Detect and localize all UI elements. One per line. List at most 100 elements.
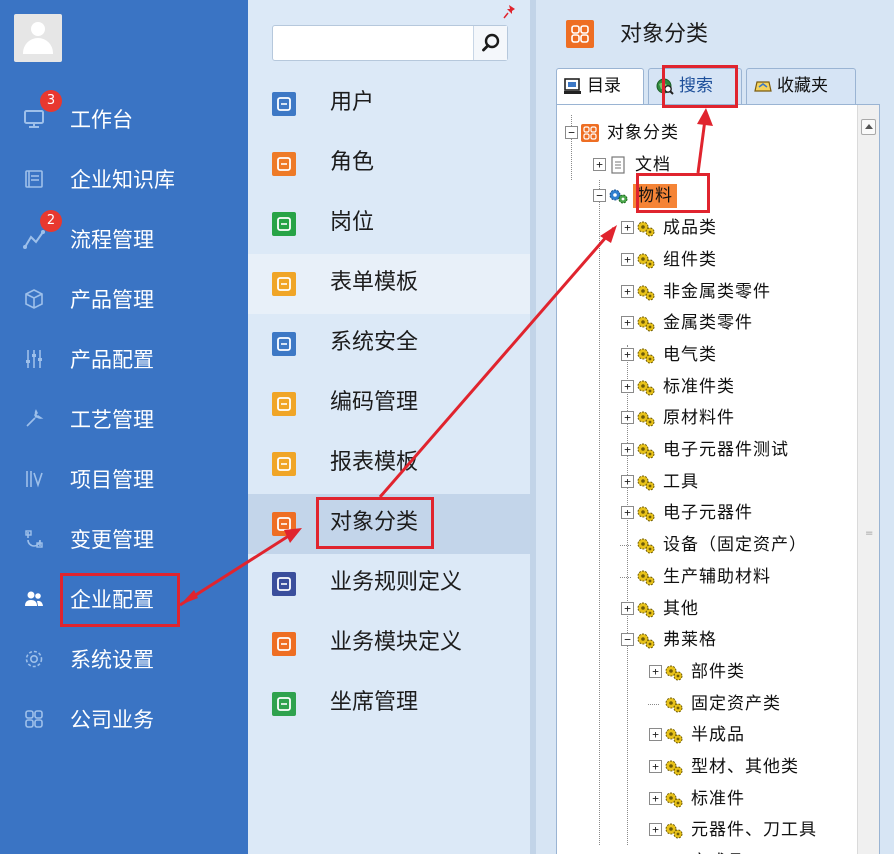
category-tree: − 对象分类 + 文档 − 物料 + 成品类 + 组件类 + 非金属类零件 + 金属类零件 + 电气类 + 标准件… [556,104,880,854]
sidebar-item[interactable]: 产品配置 [0,330,248,390]
sidebar-item[interactable]: 公司业务 [0,690,248,750]
tree-branch-line [620,545,631,547]
sidebar-item-label: 流程管理 [70,228,154,252]
change-icon [22,527,46,551]
gears-icon [635,345,657,365]
sidebar-item-label: 项目管理 [70,468,154,492]
tree-collapse-icon[interactable]: − [565,126,578,139]
tree-scrollbar[interactable]: = [857,105,879,854]
gears-icon [663,757,685,777]
document-icon [607,155,629,175]
tree-node-label: 对象分类 [607,123,679,143]
post-icon [272,212,296,236]
gears-icon [635,503,657,523]
menu-item-label: 编码管理 [330,390,419,415]
menu-item-label: 坐席管理 [330,690,419,715]
annotation-box-search-tab [662,65,738,108]
tree-expand-icon[interactable]: + [621,379,634,393]
search-icon [482,33,500,52]
search-button[interactable] [473,26,507,60]
tree-node-label: 标准件类 [663,376,735,397]
menu-search-field [272,25,508,61]
menu-item[interactable]: 坐席管理 [248,674,530,734]
tab-favorites[interactable]: 收藏夹 [746,68,856,104]
sidebar-item[interactable]: 企业知识库 [0,150,248,210]
classify-icon [579,123,601,143]
tree-expand-icon[interactable]: + [649,791,662,805]
tree-node-label: 组件类 [663,249,717,270]
tree-collapse-icon[interactable]: − [621,633,634,647]
tree-expand-icon[interactable]: + [621,316,634,330]
menu-item-label: 岗位 [330,210,375,235]
menu-search-input[interactable] [277,29,469,57]
panel-header: 对象分类 [536,0,894,66]
tree-expand-icon[interactable]: + [593,157,606,171]
menu-item[interactable]: 编码管理 [248,374,530,434]
scroll-up-button[interactable] [861,119,876,135]
tree-expand-icon[interactable]: + [649,760,662,773]
menu-item[interactable]: 系统安全 [248,314,530,374]
cube-icon [22,287,46,311]
tree-node-label: 非金属类零件 [663,281,771,302]
menu-item[interactable]: 岗位 [248,194,530,254]
avatar[interactable] [14,14,62,62]
annotation-box-object-classify [316,497,434,549]
gears-icon [635,313,657,333]
menu-item[interactable]: 角色 [248,134,530,194]
sidebar-item-label: 系统设置 [70,648,154,672]
sidebar-item-label: 产品配置 [70,348,154,372]
menu-item[interactable]: 业务规则定义 [248,554,530,614]
sidebar-item[interactable]: 产品管理 [0,270,248,330]
tab-catalog-label: 目录 [587,76,621,96]
sidebar-item[interactable]: 工艺管理 [0,390,248,450]
tree-node-label: 电子元器件测试 [663,440,789,460]
tree-expand-icon[interactable]: + [621,252,634,266]
tree-expand-icon[interactable]: + [621,474,634,488]
gears-icon [635,377,657,397]
sidebar-item[interactable]: 系统设置 [0,630,248,690]
menu-item[interactable]: 报表模板 [248,434,530,494]
annotation-box-material [636,173,710,213]
tree-expand-icon[interactable]: + [621,601,634,615]
gears-icon [635,440,657,460]
pin-icon[interactable] [503,4,517,20]
tree-expand-icon[interactable]: + [621,221,634,235]
sidebar-item[interactable]: 变更管理 [0,510,248,570]
main-sidebar: 工作台 3 企业知识库 流程管理 2 产品管理 产品配置 工艺管理 项目管理 变更管理 企业配置 系统… [0,0,248,854]
tree-expand-icon[interactable]: + [649,664,662,678]
tree-expand-icon[interactable]: + [649,728,662,742]
tree-expand-icon[interactable]: + [621,443,634,456]
tree-expand-icon[interactable]: + [621,506,634,520]
sidebar-item[interactable]: 项目管理 [0,450,248,510]
tree-expand-icon[interactable]: + [621,411,634,425]
gears-icon [635,250,657,270]
sidebar-item-label: 工艺管理 [70,408,154,432]
classify-icon [272,512,296,536]
gears-icon [635,472,657,492]
tree-expand-icon[interactable]: + [621,347,634,361]
tree-node-label: 部件类 [691,661,745,682]
menu-item[interactable]: 业务模块定义 [248,614,530,674]
avatar-body [23,38,53,54]
menu-item-label: 角色 [330,150,375,175]
menu-item[interactable]: 用户 [248,74,530,134]
menu-item-label: 业务规则定义 [330,570,463,595]
sidebar-item-label: 产品管理 [70,288,154,312]
chart-icon [22,467,46,491]
gear-icon [22,647,46,671]
report-icon [272,452,296,476]
gears-icon [635,567,657,587]
tree-expand-icon[interactable]: + [649,823,662,837]
tab-catalog[interactable]: 目录 [556,68,644,106]
tree-collapse-icon[interactable]: − [593,189,606,203]
menu-item[interactable]: 表单模板 [248,254,530,314]
sidebar-item-label: 工作台 [70,108,133,132]
sidebar-item[interactable]: 流程管理 2 [0,210,248,270]
rule-icon [272,572,296,596]
module-icon [272,632,296,656]
gears-icon [663,725,685,745]
tree-expand-icon[interactable]: + [621,284,634,298]
sidebar-item[interactable]: 工作台 3 [0,90,248,150]
tree-node-label: 半成品 [691,725,745,746]
form-icon [272,272,296,296]
